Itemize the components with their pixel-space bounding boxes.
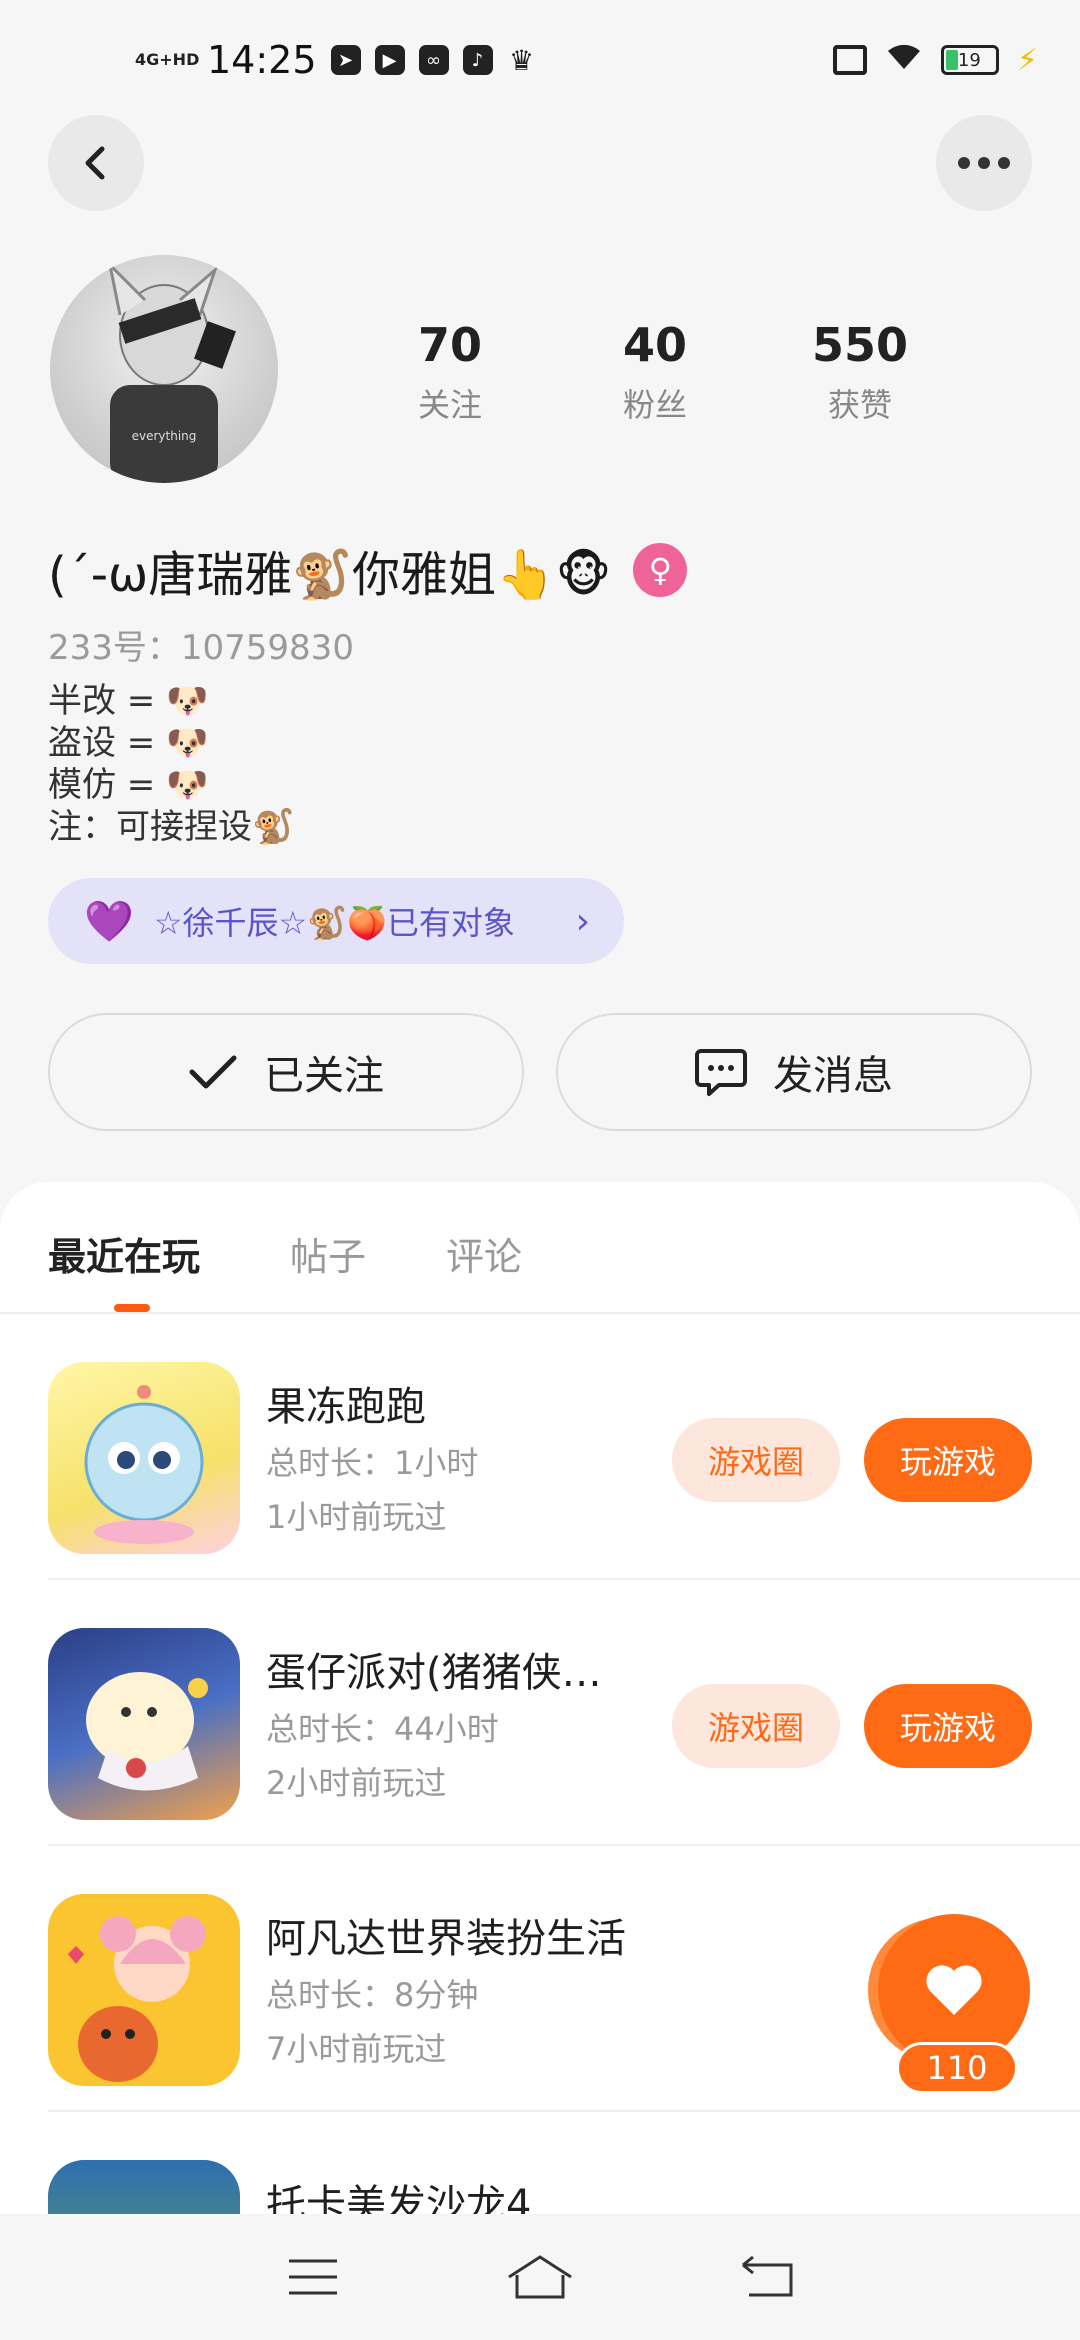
likes-count: 550 [811, 318, 909, 372]
couple-hearts-icon: 💜 [84, 898, 134, 945]
play-game-button[interactable]: 玩游戏 [864, 1684, 1032, 1768]
status-bar: 4G+HD 14:25 ➤ ▶ ∞ ♪ ♛ 19 ⚡ [0, 0, 1080, 120]
profile-tabs: 最近在玩 帖子 评论 [0, 1182, 1080, 1314]
tab-recently-played[interactable]: 最近在玩 [48, 1226, 200, 1281]
game-duration: 总时长：44小时 [266, 1710, 499, 1748]
charging-icon: ⚡ [1016, 42, 1038, 78]
game-circle-button[interactable]: 游戏圈 [672, 1418, 840, 1502]
followers-count: 40 [622, 318, 687, 372]
game-circle-button[interactable]: 游戏圈 [672, 1684, 840, 1768]
nickname-row: (´-ω唐瑞雅🐒你雅姐👆🐵 ♀ [48, 535, 688, 605]
menu-nav-button[interactable] [278, 2247, 348, 2307]
user-id: 233号：10759830 [48, 628, 354, 668]
check-icon [189, 1055, 237, 1089]
home-icon [508, 2255, 572, 2299]
chat-bubble-icon [695, 1049, 747, 1096]
game-last-played: 1小时前玩过 [266, 1498, 447, 1536]
system-nav-bar [0, 2214, 1080, 2340]
following-stat[interactable]: 70 关注 [360, 318, 540, 426]
game-last-played: 7小时前玩过 [266, 2030, 447, 2068]
profile-stats: 70 关注 40 粉丝 550 获赞 [360, 318, 950, 426]
game-item[interactable]: 果冻跑跑 总时长：1小时 1小时前玩过 游戏圈 玩游戏 [0, 1314, 1080, 1580]
game-item[interactable]: 蛋仔派对(猪猪侠… 总时长：44小时 2小时前玩过 游戏圈 玩游戏 [0, 1580, 1080, 1846]
following-label: 关注 [417, 386, 482, 424]
followed-button[interactable]: 已关注 [48, 1013, 524, 1131]
nickname: (´-ω唐瑞雅🐒你雅姐👆🐵 [48, 547, 612, 603]
send-message-button[interactable]: 发消息 [556, 1013, 1032, 1131]
relationship-tag[interactable]: 💜 ☆徐千辰☆🐒🍑已有对象 › [48, 878, 624, 964]
game-icon-jelly-run[interactable] [48, 1362, 240, 1554]
avatar-illustration: everything [107, 260, 236, 483]
game-title: 果冻跑跑 [266, 1384, 426, 1430]
game-title: 阿凡达世界装扮生活 [266, 1916, 626, 1962]
crown-icon: ♛ [508, 43, 535, 77]
followers-stat[interactable]: 40 粉丝 [565, 318, 745, 426]
bio: 半改 = 🐶 盗设 = 🐶 模仿 = 🐶 注：可接捏设🐒 [48, 680, 294, 848]
network-indicator: 4G+HD [135, 50, 200, 69]
home-nav-button[interactable] [505, 2247, 575, 2307]
game-duration: 总时长：1小时 [266, 1444, 479, 1482]
avatar[interactable]: everything [50, 255, 278, 483]
bio-line: 模仿 = 🐶 [48, 765, 209, 805]
following-count: 70 [417, 318, 482, 372]
menu-icon [289, 2259, 338, 2295]
back-nav-button[interactable] [732, 2247, 802, 2307]
back-button[interactable] [48, 115, 144, 211]
likes-label: 获赞 [827, 386, 892, 424]
game-icon-avatar-world[interactable] [48, 1894, 240, 2086]
relationship-tag-label: ☆徐千辰☆🐒🍑已有对象 [153, 904, 515, 942]
chevron-right-icon: › [575, 900, 590, 942]
music-icon: ♪ [462, 45, 493, 75]
back-arrow-icon [741, 2255, 793, 2297]
play-game-button[interactable]: 玩游戏 [864, 1418, 1032, 1502]
game-icon-eggy-party[interactable] [48, 1628, 240, 1820]
bio-line: 半改 = 🐶 [48, 681, 209, 721]
more-dots-icon [958, 157, 1010, 169]
more-options-button[interactable] [936, 115, 1032, 211]
bio-line: 盗设 = 🐶 [48, 723, 209, 763]
like-count: 110 [896, 2042, 1018, 2094]
bio-line: 注：可接捏设🐒 [48, 807, 295, 847]
likes-stat[interactable]: 550 获赞 [770, 318, 950, 426]
sync-icon: ∞ [418, 45, 449, 75]
followers-label: 粉丝 [622, 386, 687, 424]
play-icon: ▶ [374, 45, 405, 75]
tab-comments[interactable]: 评论 [446, 1226, 522, 1281]
wifi-icon [885, 40, 923, 80]
battery-level: 19 [957, 49, 981, 71]
svg-text:everything: everything [132, 429, 197, 443]
send-message-label: 发消息 [773, 1053, 893, 1099]
game-duration: 总时长：8分钟 [266, 1976, 479, 2014]
female-gender-icon: ♀ [633, 543, 688, 597]
active-tab-indicator [114, 1304, 150, 1312]
vibrate-icon [832, 45, 867, 75]
telegram-icon: ➤ [330, 45, 361, 75]
tab-posts[interactable]: 帖子 [290, 1226, 366, 1281]
heart-icon [926, 1965, 982, 2015]
clock: 14:25 [207, 38, 317, 82]
chevron-left-icon [85, 146, 105, 180]
game-last-played: 2小时前玩过 [266, 1764, 447, 1802]
battery-icon: 19 [940, 45, 999, 75]
game-title: 蛋仔派对(猪猪侠… [266, 1650, 602, 1696]
followed-label: 已关注 [264, 1053, 384, 1099]
